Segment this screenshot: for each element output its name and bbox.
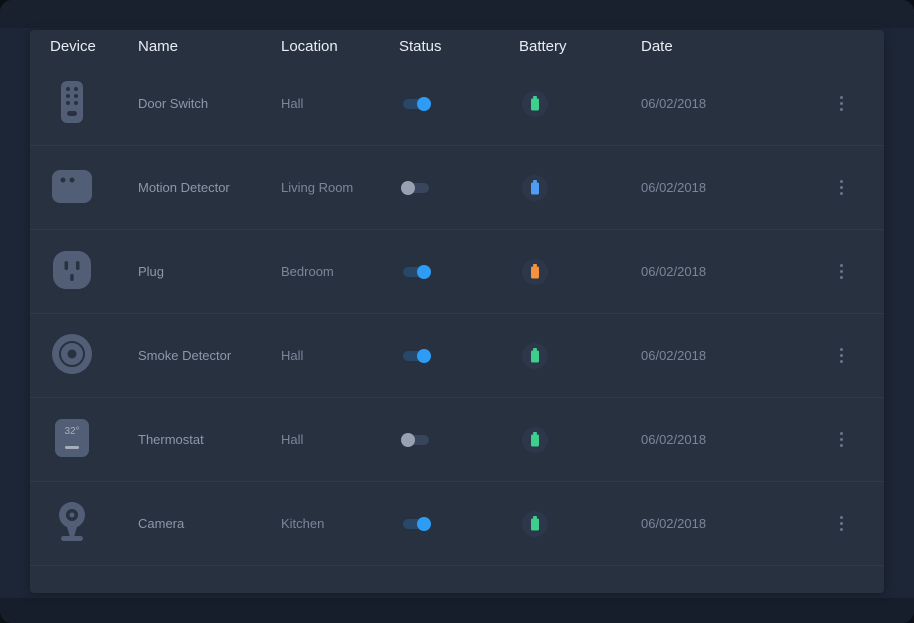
battery-icon bbox=[530, 432, 540, 447]
battery-indicator bbox=[522, 91, 548, 117]
device-location: Hall bbox=[281, 432, 399, 447]
toggle-knob bbox=[401, 433, 415, 447]
device-name: Motion Detector bbox=[138, 180, 281, 195]
battery-icon bbox=[530, 264, 540, 279]
toggle-knob bbox=[401, 181, 415, 195]
column-header-date: Date bbox=[641, 38, 819, 55]
plug-icon bbox=[50, 280, 94, 295]
app-background: Device Name Location Status Battery Date bbox=[0, 0, 914, 623]
motion-detector-icon bbox=[50, 196, 94, 211]
status-toggle[interactable] bbox=[403, 183, 429, 193]
battery-icon bbox=[530, 180, 540, 195]
toggle-knob bbox=[417, 349, 431, 363]
toggle-knob bbox=[417, 517, 431, 531]
kebab-menu-icon[interactable] bbox=[832, 427, 851, 452]
battery-indicator bbox=[522, 427, 548, 453]
table-row: 32° Thermostat Hall bbox=[30, 398, 884, 482]
device-date: 06/02/2018 bbox=[641, 432, 819, 447]
thermostat-temp-label: 32° bbox=[64, 426, 79, 437]
status-toggle[interactable] bbox=[403, 351, 429, 361]
battery-indicator bbox=[522, 259, 548, 285]
device-location: Kitchen bbox=[281, 516, 399, 531]
table-row: Camera Kitchen 06/02/2018 bbox=[30, 482, 884, 566]
column-header-battery: Battery bbox=[519, 38, 641, 55]
battery-icon bbox=[530, 96, 540, 111]
battery-indicator bbox=[522, 175, 548, 201]
battery-icon bbox=[530, 516, 540, 531]
column-header-name: Name bbox=[138, 38, 281, 55]
status-toggle[interactable] bbox=[403, 519, 429, 529]
device-name: Door Switch bbox=[138, 96, 281, 111]
device-name: Plug bbox=[138, 264, 281, 279]
window-bottom-bar bbox=[0, 598, 914, 623]
smoke-detector-icon bbox=[50, 364, 94, 379]
device-table-card: Device Name Location Status Battery Date bbox=[30, 30, 884, 593]
device-location: Hall bbox=[281, 348, 399, 363]
table-row: Plug Bedroom 06/02/2018 bbox=[30, 230, 884, 314]
kebab-menu-icon[interactable] bbox=[832, 175, 851, 200]
kebab-menu-icon[interactable] bbox=[832, 343, 851, 368]
device-date: 06/02/2018 bbox=[641, 516, 819, 531]
device-name: Smoke Detector bbox=[138, 348, 281, 363]
device-date: 06/02/2018 bbox=[641, 348, 819, 363]
table-row: Motion Detector Living Room 06/02/2018 bbox=[30, 146, 884, 230]
kebab-menu-icon[interactable] bbox=[832, 511, 851, 536]
toggle-knob bbox=[417, 265, 431, 279]
device-location: Bedroom bbox=[281, 264, 399, 279]
camera-icon bbox=[50, 532, 94, 547]
battery-indicator bbox=[522, 511, 548, 537]
column-header-location: Location bbox=[281, 38, 399, 55]
thermostat-icon: 32° bbox=[50, 448, 94, 463]
device-date: 06/02/2018 bbox=[641, 180, 819, 195]
column-header-device: Device bbox=[50, 38, 138, 55]
device-date: 06/02/2018 bbox=[641, 96, 819, 111]
battery-indicator bbox=[522, 343, 548, 369]
status-toggle[interactable] bbox=[403, 435, 429, 445]
table-row: Door Switch Hall 06/02/2018 bbox=[30, 62, 884, 146]
status-toggle[interactable] bbox=[403, 99, 429, 109]
device-date: 06/02/2018 bbox=[641, 264, 819, 279]
remote-icon bbox=[50, 112, 94, 127]
device-location: Hall bbox=[281, 96, 399, 111]
window-top-bar bbox=[0, 0, 914, 28]
status-toggle[interactable] bbox=[403, 267, 429, 277]
table-row: Smoke Detector Hall 06/02/2018 bbox=[30, 314, 884, 398]
device-name: Thermostat bbox=[138, 432, 281, 447]
device-location: Living Room bbox=[281, 180, 399, 195]
kebab-menu-icon[interactable] bbox=[832, 91, 851, 116]
device-name: Camera bbox=[138, 516, 281, 531]
battery-icon bbox=[530, 348, 540, 363]
table-header: Device Name Location Status Battery Date bbox=[30, 30, 884, 62]
kebab-menu-icon[interactable] bbox=[832, 259, 851, 284]
column-header-status: Status bbox=[399, 38, 519, 55]
toggle-knob bbox=[417, 97, 431, 111]
